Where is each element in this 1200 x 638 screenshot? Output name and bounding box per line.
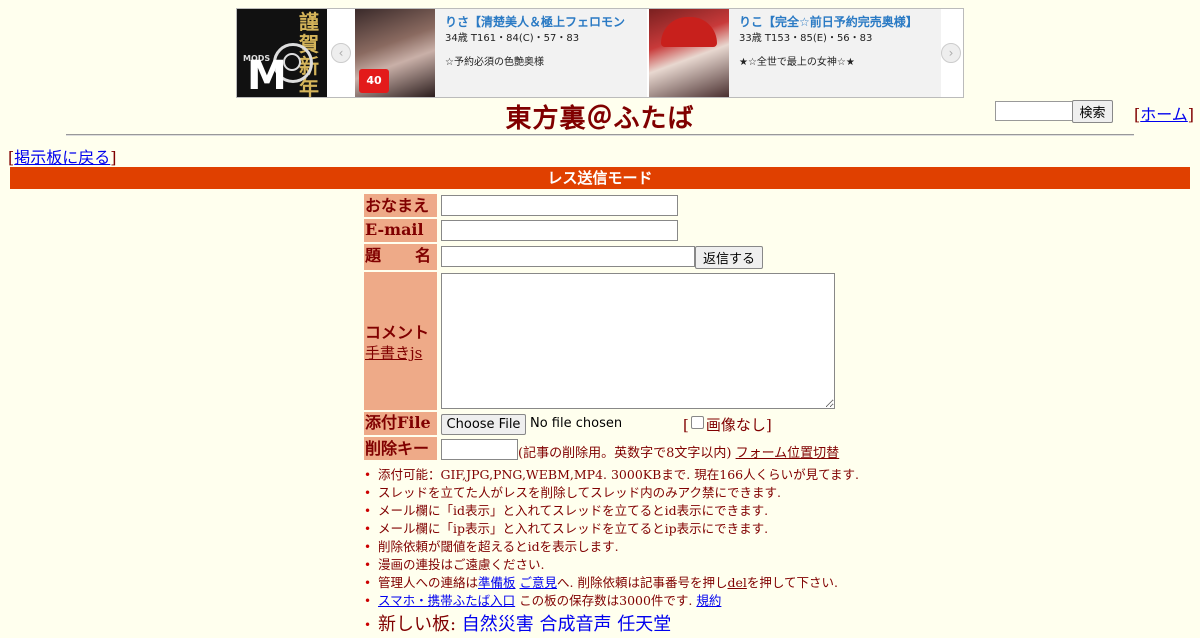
del-link[interactable]: del [727,575,746,590]
home-link[interactable]: ホーム [1140,105,1188,124]
subject-label-char-1: 題 [365,246,382,265]
back-to-board-link[interactable]: 掲示板に戻る [14,148,110,167]
rule-item-mobile: スマホ・携帯ふたば入口 この板の保存数は3000件です. 規約 [364,592,859,610]
rule-item-contact: 管理人への連絡は準備板 ご意見へ. 削除依頼は記事番号を押しdelを押して下さい… [364,574,859,592]
delete-key-hint: (記事の削除用。英数字で8文字以内) [518,446,732,461]
comment-textarea[interactable] [441,273,835,409]
ad-card-umbrella [661,17,717,47]
delete-key-field[interactable] [441,439,518,460]
rule-item: スレッドを立てた人がレスを削除してスレッド内のみアク禁にできます. [364,484,859,502]
rule-item: メール欄に「ip表示」と入れてスレッドを立てるとip表示にできます. [364,520,859,538]
file-label: 添付File [364,412,437,435]
delete-key-note: (記事の削除用。英数字で8文字以内) フォーム位置切替 [518,442,839,461]
rule-item: 添付可能：GIF,JPG,PNG,WEBM,MP4. 3000KBまで. 現在1… [364,466,859,484]
subject-label: 題名 [364,244,437,270]
rule-text: この板の保存数は3000件です. [515,593,697,608]
back-link-wrapper: [掲示板に戻る] [8,144,117,168]
home-link-wrapper: [ホーム] [1134,101,1194,125]
new-board-link[interactable]: 任天堂 [617,614,671,635]
search-button[interactable]: 検索 [1072,100,1113,123]
ad-logo[interactable]: 謹賀新年 MODS M [237,9,327,97]
comment-label-cell: コメント 手書きjs [364,272,437,410]
no-image-option: [ 画像なし] [683,414,772,435]
ad-card[interactable]: 40 りさ【清楚美人＆極上フェロモン 34歳 T161・84(C)・57・83 … [355,9,647,97]
rule-text: 管理人への連絡は [378,575,479,590]
back-bracket-close: ] [110,148,117,167]
no-file-chosen-text: No file chosen [530,416,623,431]
choose-file-button[interactable]: Choose File [441,414,526,435]
rule-item: 漫画の連投はご遠慮ください. [364,556,859,574]
no-image-checkbox[interactable] [690,416,704,429]
ad-next-arrow-icon[interactable]: › [941,43,961,63]
home-bracket-close: ] [1187,105,1195,124]
rule-item: メール欄に「id表示」と入れてスレッドを立てるとid表示にできます. [364,502,859,520]
new-board-link[interactable]: 自然災害 [462,614,534,635]
form-position-toggle-link[interactable]: フォーム位置切替 [736,446,840,461]
rule-text: を押して下さい. [746,575,838,590]
mobile-entrance-link[interactable]: スマホ・携帯ふたば入口 [378,593,515,608]
prep-board-link[interactable]: 準備板 [478,575,516,590]
no-image-label: 画像なし] [705,416,772,434]
ad-card-catchphrase: ☆予約必須の色艶奥様 [445,57,544,68]
no-image-bracket: [ [683,416,689,434]
terms-link[interactable]: 規約 [696,593,721,608]
feedback-link[interactable]: ご意見 [520,575,558,590]
delete-key-label: 削除キー [364,437,437,460]
ad-card-photo[interactable] [649,9,729,97]
ad-banner[interactable]: 謹賀新年 MODS M ‹ 40 りさ【清楚美人＆極上フェロモン 34歳 T16… [236,8,964,98]
name-label: おなまえ [364,194,437,217]
new-boards-item: 新しい板: 自然災害 合成音声 任天堂 [364,612,859,638]
ad-card[interactable]: りこ【完全☆前日予約完売奥様】 33歳 T153・85(E)・56・83 ★☆全… [649,9,941,97]
ad-card-stats: 33歳 T153・85(E)・56・83 [739,33,873,44]
handwrite-link[interactable]: 手書きjs [365,342,422,363]
ad-card-name[interactable]: りこ【完全☆前日予約完売奥様】 [739,14,939,31]
comment-label: コメント [365,323,430,342]
ad-card-badge: 40 [359,69,389,93]
ad-logo-letter: M [247,53,287,97]
email-label: E-mail [364,219,437,242]
reply-mode-bar: レス送信モード [10,167,1190,189]
ad-card-catchphrase: ★☆全世で最上の女神☆★ [739,57,855,68]
ad-prev-arrow-icon[interactable]: ‹ [331,43,351,63]
subject-label-char-2: 名 [415,246,432,265]
ad-card-stats: 34歳 T161・84(C)・57・83 [445,33,580,44]
reply-submit-button[interactable]: 返信する [695,246,763,269]
rule-text: へ. 削除依頼は記事番号を押し [557,575,728,590]
ad-card-photo[interactable]: 40 [355,9,435,97]
name-field[interactable] [441,195,678,216]
rule-item: 削除依頼が閾値を超えるとidを表示します. [364,538,859,556]
board-rules-list: 添付可能：GIF,JPG,PNG,WEBM,MP4. 3000KBまで. 現在1… [364,466,859,638]
email-field[interactable] [441,220,678,241]
new-board-link[interactable]: 合成音声 [540,614,612,635]
header-divider [66,134,1134,136]
ad-card-name[interactable]: りさ【清楚美人＆極上フェロモン [445,14,645,31]
subject-field[interactable] [441,246,695,267]
search-input[interactable] [995,101,1075,121]
new-boards-label: 新しい板: [378,614,462,635]
